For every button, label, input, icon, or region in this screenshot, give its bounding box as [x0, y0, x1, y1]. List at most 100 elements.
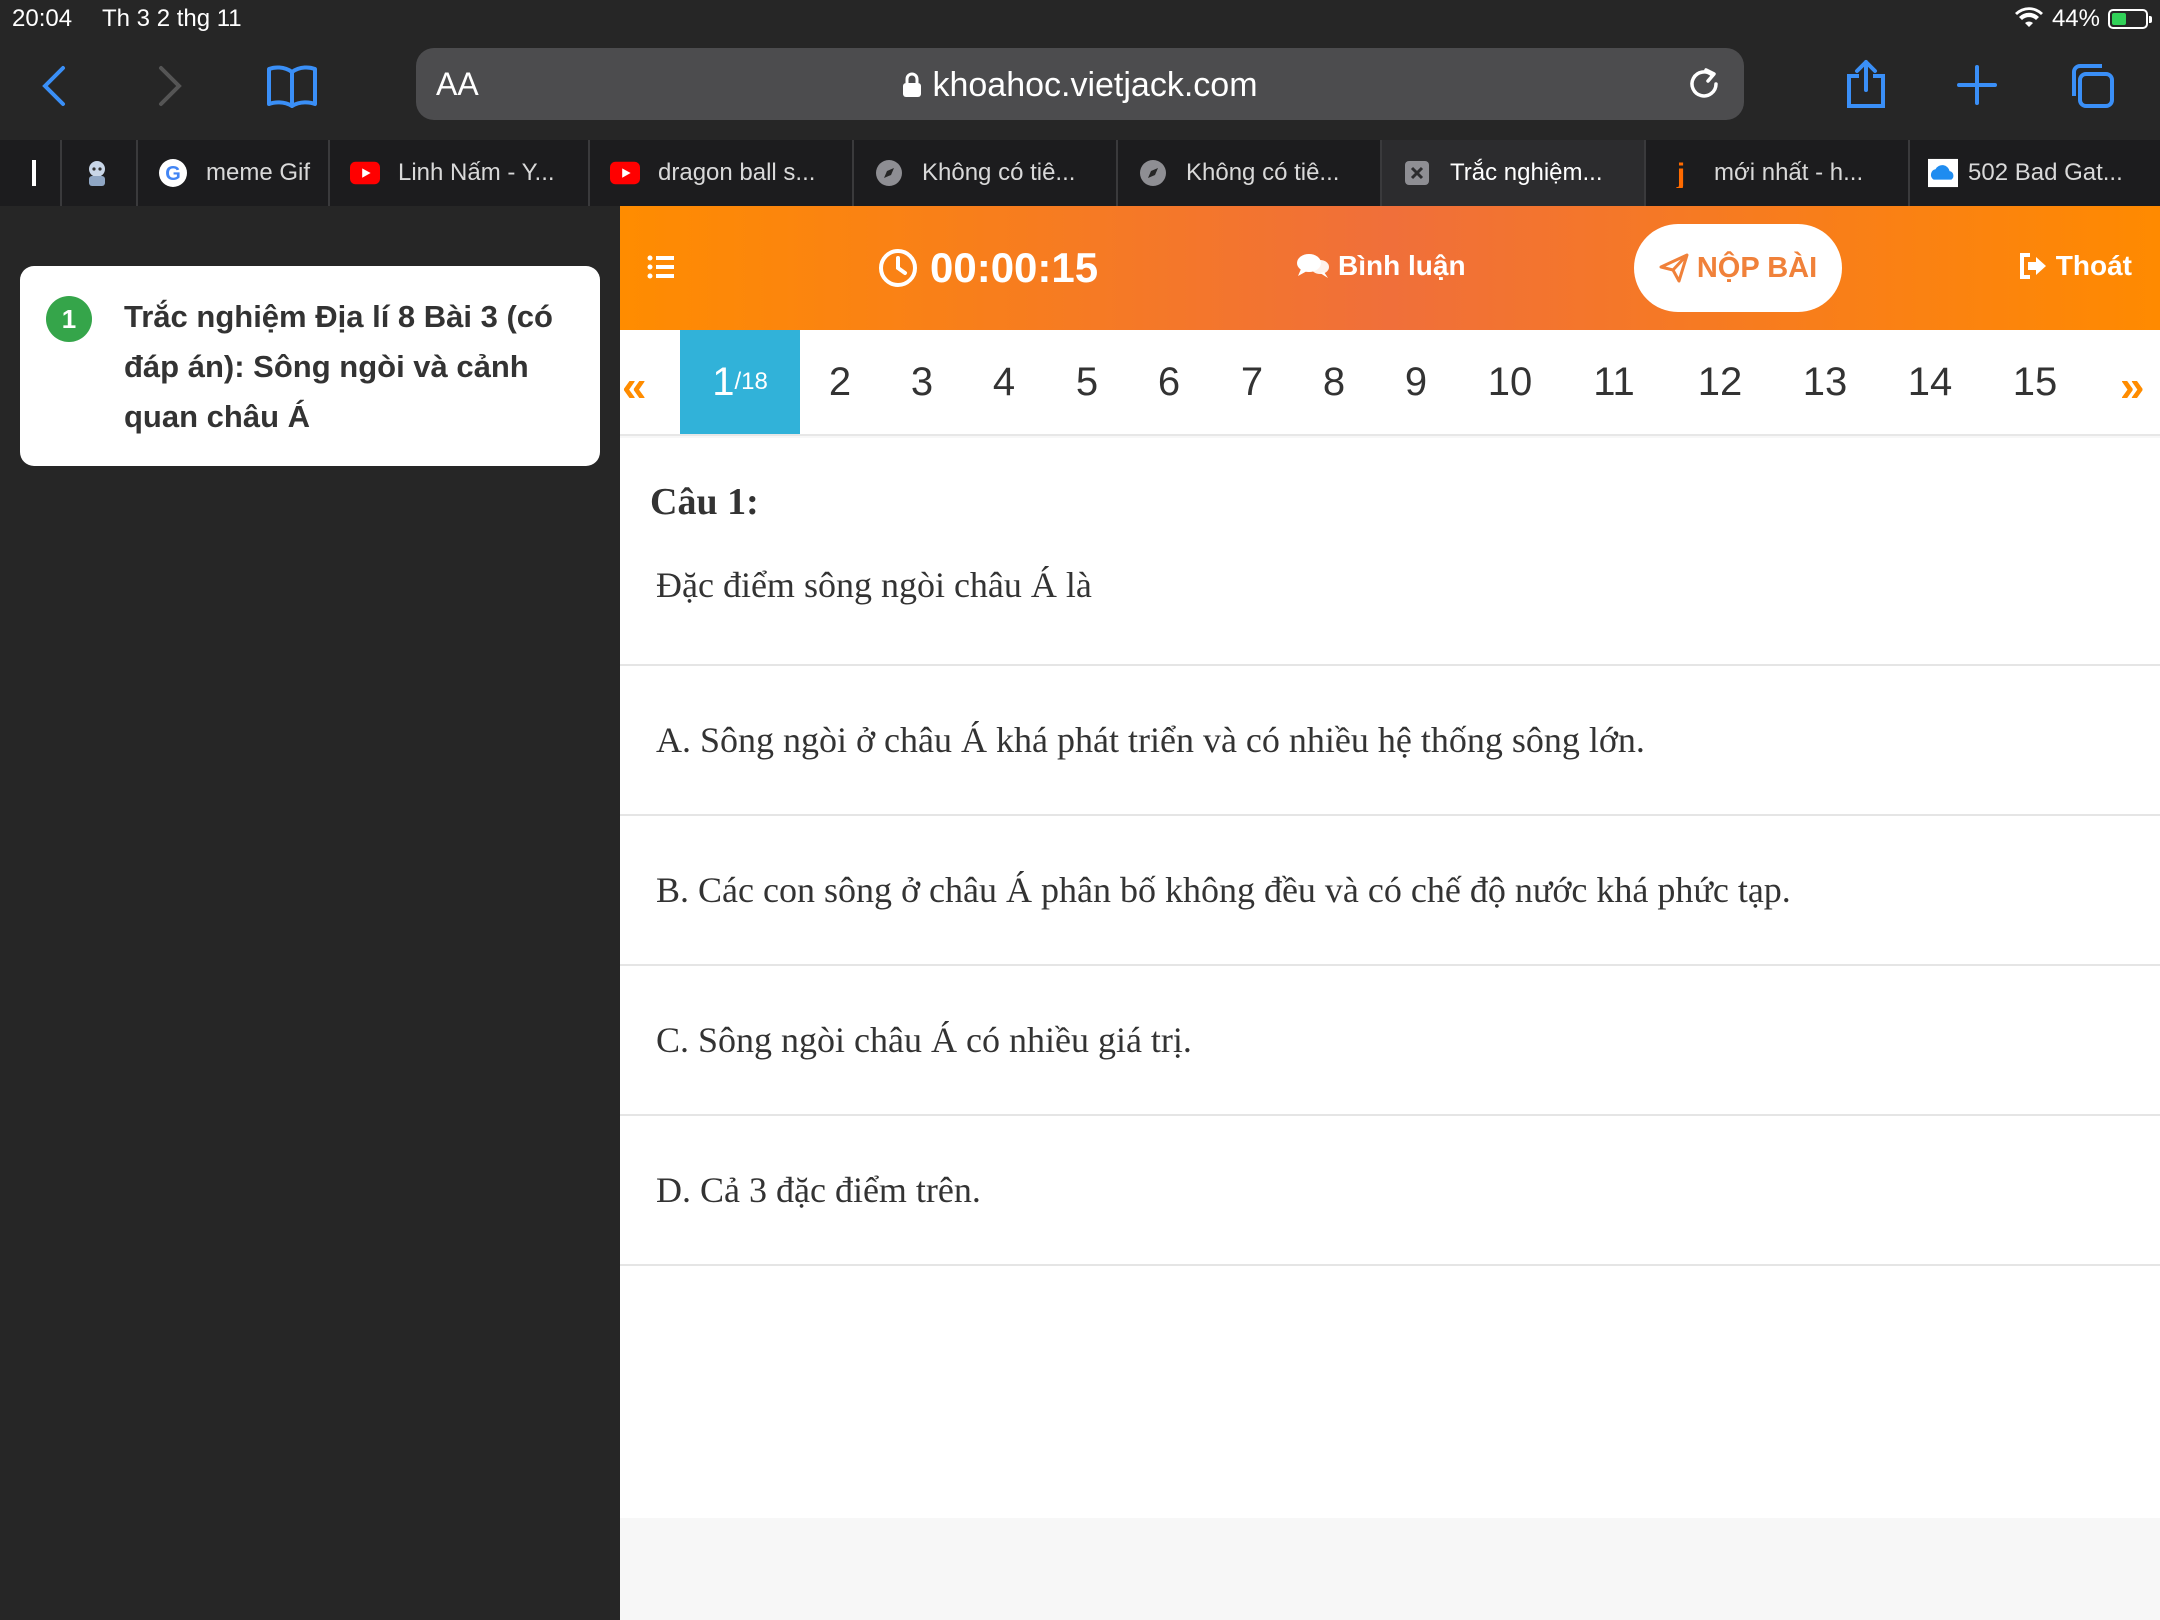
forward-button[interactable]	[146, 62, 194, 110]
lesson-title: Trắc nghiệm Địa lí 8 Bài 3 (có đáp án): …	[124, 299, 553, 434]
tab-9[interactable]: j mới nhất - h...	[1646, 140, 1910, 206]
status-date: Th 3 2 thg 11	[102, 5, 242, 32]
cloud-icon	[1928, 158, 1958, 188]
comment-label: Bình luận	[1338, 250, 1466, 281]
quiz-timer: 00:00:15	[878, 244, 1098, 292]
question-number-10[interactable]: 10	[1470, 330, 1550, 434]
google-icon: G	[158, 158, 188, 188]
new-tab-button[interactable]	[1952, 60, 2002, 110]
url-display[interactable]: khoahoc.vietjack.com	[416, 66, 1744, 105]
question-number-3[interactable]: 3	[882, 330, 962, 434]
tabs-overview-button[interactable]	[2064, 58, 2120, 114]
book-icon	[267, 65, 317, 108]
browser-toolbar: AA khoahoc.vietjack.com	[0, 40, 2160, 140]
status-time: 20:04	[12, 5, 73, 32]
tab-8-active[interactable]: Trắc nghiệm...	[1382, 140, 1646, 206]
close-icon[interactable]	[1402, 158, 1432, 188]
compass-icon	[874, 158, 904, 188]
battery-level	[2112, 13, 2127, 25]
answer-option-d[interactable]: D. Cả 3 đặc điểm trên.	[620, 1114, 2160, 1264]
question-text: Đặc điểm sông ngòi châu Á là	[656, 565, 1092, 605]
youtube-icon	[610, 158, 640, 188]
url-text: khoahoc.vietjack.com	[932, 66, 1258, 104]
status-right: 44%	[2014, 5, 2152, 33]
clock-icon	[879, 249, 917, 287]
answer-option-a[interactable]: A. Sông ngòi ở châu Á khá phát triển và …	[620, 664, 2160, 814]
tab-2[interactable]	[62, 140, 138, 206]
lesson-card[interactable]: 1 Trắc nghiệm Địa lí 8 Bài 3 (có đáp án)…	[20, 266, 600, 466]
question-panel: Câu 1: Đặc điểm sông ngòi châu Á là A. S…	[620, 438, 2160, 1518]
tab-10[interactable]: 502 Bad Gat...	[1910, 140, 2160, 206]
tab-6[interactable]: Không có tiê...	[854, 140, 1118, 206]
question-number-2[interactable]: 2	[800, 330, 880, 434]
battery-percent: 44%	[2051, 5, 2100, 32]
tab-1[interactable]	[0, 140, 62, 206]
question-number-11[interactable]: 11	[1574, 330, 1654, 434]
tab-3[interactable]: G meme Gif	[138, 140, 330, 206]
answer-option-c[interactable]: C. Sông ngòi châu Á có nhiều giá trị.	[620, 964, 2160, 1114]
lesson-number-badge: 1	[46, 296, 92, 342]
timer-value: 00:00:15	[930, 244, 1099, 291]
chevron-right-icon	[159, 66, 182, 106]
quiz-header: 00:00:15 Bình luận NỘP BÀI Thoát	[620, 206, 2160, 330]
j-icon: j	[1666, 158, 1696, 188]
tab-label: meme Gif	[206, 159, 311, 186]
next-questions-icon[interactable]: »	[2120, 362, 2144, 412]
question-number-7[interactable]: 7	[1212, 330, 1292, 434]
current-question: 1	[712, 359, 735, 404]
submit-label: NỘP BÀI	[1696, 251, 1818, 284]
wifi-icon	[2014, 7, 2043, 27]
quiz-main: 00:00:15 Bình luận NỘP BÀI Thoát « 1/18 …	[620, 206, 2160, 1620]
tab-label: Trắc nghiệm...	[1450, 159, 1603, 186]
list-menu-icon[interactable]	[646, 252, 676, 282]
question-number-6[interactable]: 6	[1129, 330, 1209, 434]
question-number-14[interactable]: 14	[1890, 330, 1970, 434]
exit-button[interactable]: Thoát	[2018, 250, 2132, 282]
status-bar: 20:04 Th 3 2 thg 11 44%	[0, 0, 2160, 40]
tab-label: 502 Bad Gat...	[1968, 159, 2123, 186]
share-button[interactable]	[1840, 56, 1892, 112]
tab-7[interactable]: Không có tiê...	[1118, 140, 1382, 206]
answer-option-b[interactable]: B. Các con sông ở châu Á phân bố không đ…	[620, 814, 2160, 964]
svg-text:G: G	[165, 163, 181, 185]
question-label: Câu 1:	[650, 481, 759, 523]
svg-text:j: j	[1676, 158, 1685, 188]
tab-label: dragon ball s...	[658, 159, 816, 186]
tab-label: Không có tiê...	[922, 159, 1076, 186]
question-number-12[interactable]: 12	[1680, 330, 1760, 434]
tab-label: Linh Nấm - Y...	[398, 159, 555, 186]
address-bar[interactable]: AA khoahoc.vietjack.com	[416, 48, 1744, 120]
paper-plane-icon	[1659, 253, 1689, 283]
submit-button[interactable]: NỘP BÀI	[1634, 224, 1842, 312]
prev-questions-icon[interactable]: «	[622, 362, 646, 412]
youtube-icon	[350, 158, 380, 188]
sign-out-icon	[2019, 253, 2046, 279]
exit-label: Thoát	[2055, 250, 2132, 281]
question-number-8[interactable]: 8	[1294, 330, 1374, 434]
tab-5[interactable]: dragon ball s...	[590, 140, 854, 206]
lock-icon	[903, 72, 922, 97]
battery-icon	[2108, 9, 2152, 29]
character-icon	[82, 158, 112, 188]
tab-4[interactable]: Linh Nấm - Y...	[330, 140, 590, 206]
share-icon	[1847, 60, 1885, 108]
lesson-sidebar: 1 Trắc nghiệm Địa lí 8 Bài 3 (có đáp án)…	[0, 206, 620, 1620]
question-number-5[interactable]: 5	[1047, 330, 1127, 434]
tab-strip: G meme Gif Linh Nấm - Y... dragon ball s…	[0, 140, 2160, 206]
plus-icon	[1957, 65, 1997, 105]
question-number-13[interactable]: 13	[1785, 330, 1865, 434]
question-total: /18	[734, 368, 768, 395]
question-number-4[interactable]: 4	[964, 330, 1044, 434]
question-navigator: « 1/18 2 3 4 5 6 7 8 9 10 11 12 13 14 15 »	[620, 330, 2160, 436]
back-button[interactable]	[30, 62, 78, 110]
comments-icon	[1297, 254, 1329, 278]
comment-button[interactable]: Bình luận	[1296, 250, 1466, 282]
tab-label: mới nhất - h...	[1714, 159, 1864, 186]
question-number-15[interactable]: 15	[1995, 330, 2075, 434]
reload-icon[interactable]	[1682, 62, 1726, 106]
question-number-9[interactable]: 9	[1376, 330, 1456, 434]
bookmarks-button[interactable]	[264, 58, 320, 114]
tab-label: Không có tiê...	[1186, 159, 1340, 186]
blank-icon	[20, 158, 50, 188]
question-number-current[interactable]: 1/18	[680, 330, 800, 434]
